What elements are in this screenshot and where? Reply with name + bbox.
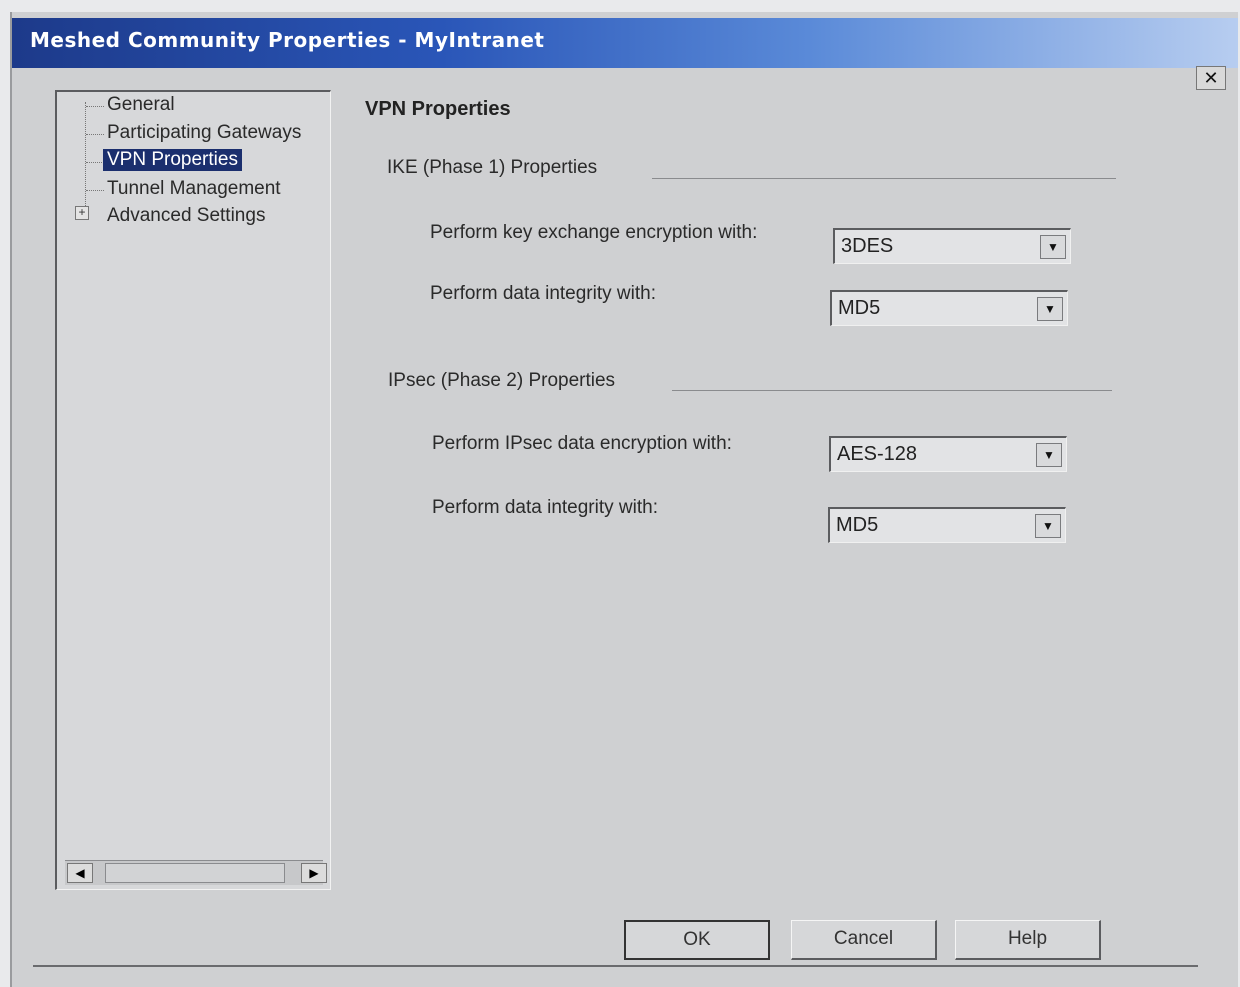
ike-integrity-label: Perform data integrity with: <box>430 283 656 305</box>
dialog-bottom-edge <box>33 965 1198 967</box>
tree-item-vpn-properties[interactable]: VPN Properties <box>103 149 242 171</box>
navigation-tree: General Participating Gateways VPN Prope… <box>55 90 331 890</box>
tree-connector <box>86 106 104 107</box>
ike-group-title: IKE (Phase 1) Properties <box>387 157 598 178</box>
chevron-down-icon[interactable]: ▼ <box>1035 514 1061 538</box>
cancel-button[interactable]: Cancel <box>791 920 937 960</box>
chevron-down-icon[interactable]: ▼ <box>1037 297 1063 321</box>
ike-encryption-label-text: Perform key exchange encryption with: <box>430 222 758 243</box>
ike-encryption-value: 3DES <box>841 235 894 257</box>
ike-encryption-label: Perform key exchange encryption with: <box>430 222 757 244</box>
ipsec-encryption-select[interactable]: AES-128 ▼ <box>829 436 1067 472</box>
ike-encryption-select[interactable]: 3DES ▼ <box>833 228 1071 264</box>
ipsec-group-title: IPsec (Phase 2) Properties <box>388 370 616 391</box>
group-divider <box>672 390 1112 391</box>
horizontal-scrollbar[interactable]: ◀ ▶ <box>65 860 327 885</box>
window-title: Meshed Community Properties - MyIntranet <box>30 28 545 52</box>
ipsec-integrity-value: MD5 <box>836 514 879 536</box>
close-button[interactable]: ✕ <box>1196 66 1226 90</box>
scroll-right-icon[interactable]: ▶ <box>301 863 327 883</box>
chevron-down-icon[interactable]: ▼ <box>1036 443 1062 467</box>
tree-item-tunnel-management[interactable]: Tunnel Management <box>107 178 281 200</box>
ok-button[interactable]: OK <box>624 920 770 960</box>
tree-connector <box>86 190 104 191</box>
scroll-left-icon[interactable]: ◀ <box>67 863 93 883</box>
ike-integrity-label-text: Perform data integrity with: <box>430 283 656 304</box>
ike-integrity-select[interactable]: MD5 ▼ <box>830 290 1068 326</box>
ipsec-integrity-label-text: Perform data integrity with: <box>432 497 658 518</box>
tree-item-advanced-settings[interactable]: Advanced Settings <box>107 205 265 227</box>
scroll-thumb[interactable] <box>105 863 285 883</box>
page-title: VPN Properties <box>365 98 511 120</box>
ipsec-integrity-label: Perform data integrity with: <box>432 497 658 519</box>
tree-connector <box>85 102 86 212</box>
tree-connector <box>86 162 104 163</box>
group-divider <box>652 178 1116 179</box>
ipsec-encryption-label: Perform IPsec data encryption with: <box>432 433 732 455</box>
tree-item-participating-gateways[interactable]: Participating Gateways <box>107 122 301 144</box>
ike-integrity-value: MD5 <box>838 297 881 319</box>
ipsec-encryption-label-text: Perform IPsec data encryption with: <box>432 433 732 454</box>
title-bar[interactable]: Meshed Community Properties - MyIntranet <box>12 18 1238 68</box>
ipsec-integrity-select[interactable]: MD5 ▼ <box>828 507 1066 543</box>
tree-connector <box>86 134 104 135</box>
expand-icon[interactable]: + <box>75 206 89 220</box>
tree-item-general[interactable]: General <box>107 94 175 116</box>
ipsec-encryption-value: AES-128 <box>837 443 918 465</box>
help-button[interactable]: Help <box>955 920 1101 960</box>
chevron-down-icon[interactable]: ▼ <box>1040 235 1066 259</box>
